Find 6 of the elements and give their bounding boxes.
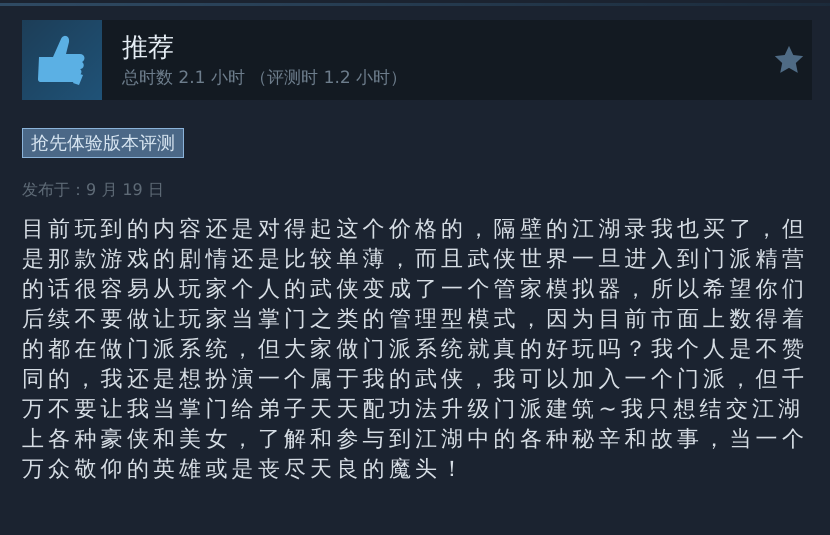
review-text: 目前玩到的内容还是对得起这个价格的，隔壁的江湖录我也买了，但是那款游戏的剧情还是比较单薄，而且武侠世界一旦进入到门派精营的话很容易从玩家个人的武侠变成了一个管家模拟器，所以希望你们后续不要做让玩家当掌门之类的管理型模式，因为目前市面上数得着的都在做门派系统，但大家做门派系统就真的好玩吗？我个人是不赞同的，我还是想扮演一个属于我的武侠，我可以加入一个门派，但千万不要让我当掌门给弟子天天配功法升级门派建筑~我只想结交江湖上各种豪侠和美女，了解和参与到江湖中的各种秘辛和故事，当一个万众敬仰的英雄或是丧尽天良的魔头！ bbox=[22, 216, 809, 484]
posted-date: 发布于：9 月 19 日 bbox=[22, 180, 165, 201]
review-verdict: 推荐 bbox=[122, 32, 175, 64]
playtime-text: 总时数 2.1 小时 （评测时 1.2 小时） bbox=[122, 66, 408, 88]
early-access-tag: 抢先体验版本评测 bbox=[22, 128, 184, 158]
thumbs-up-icon bbox=[22, 20, 102, 100]
